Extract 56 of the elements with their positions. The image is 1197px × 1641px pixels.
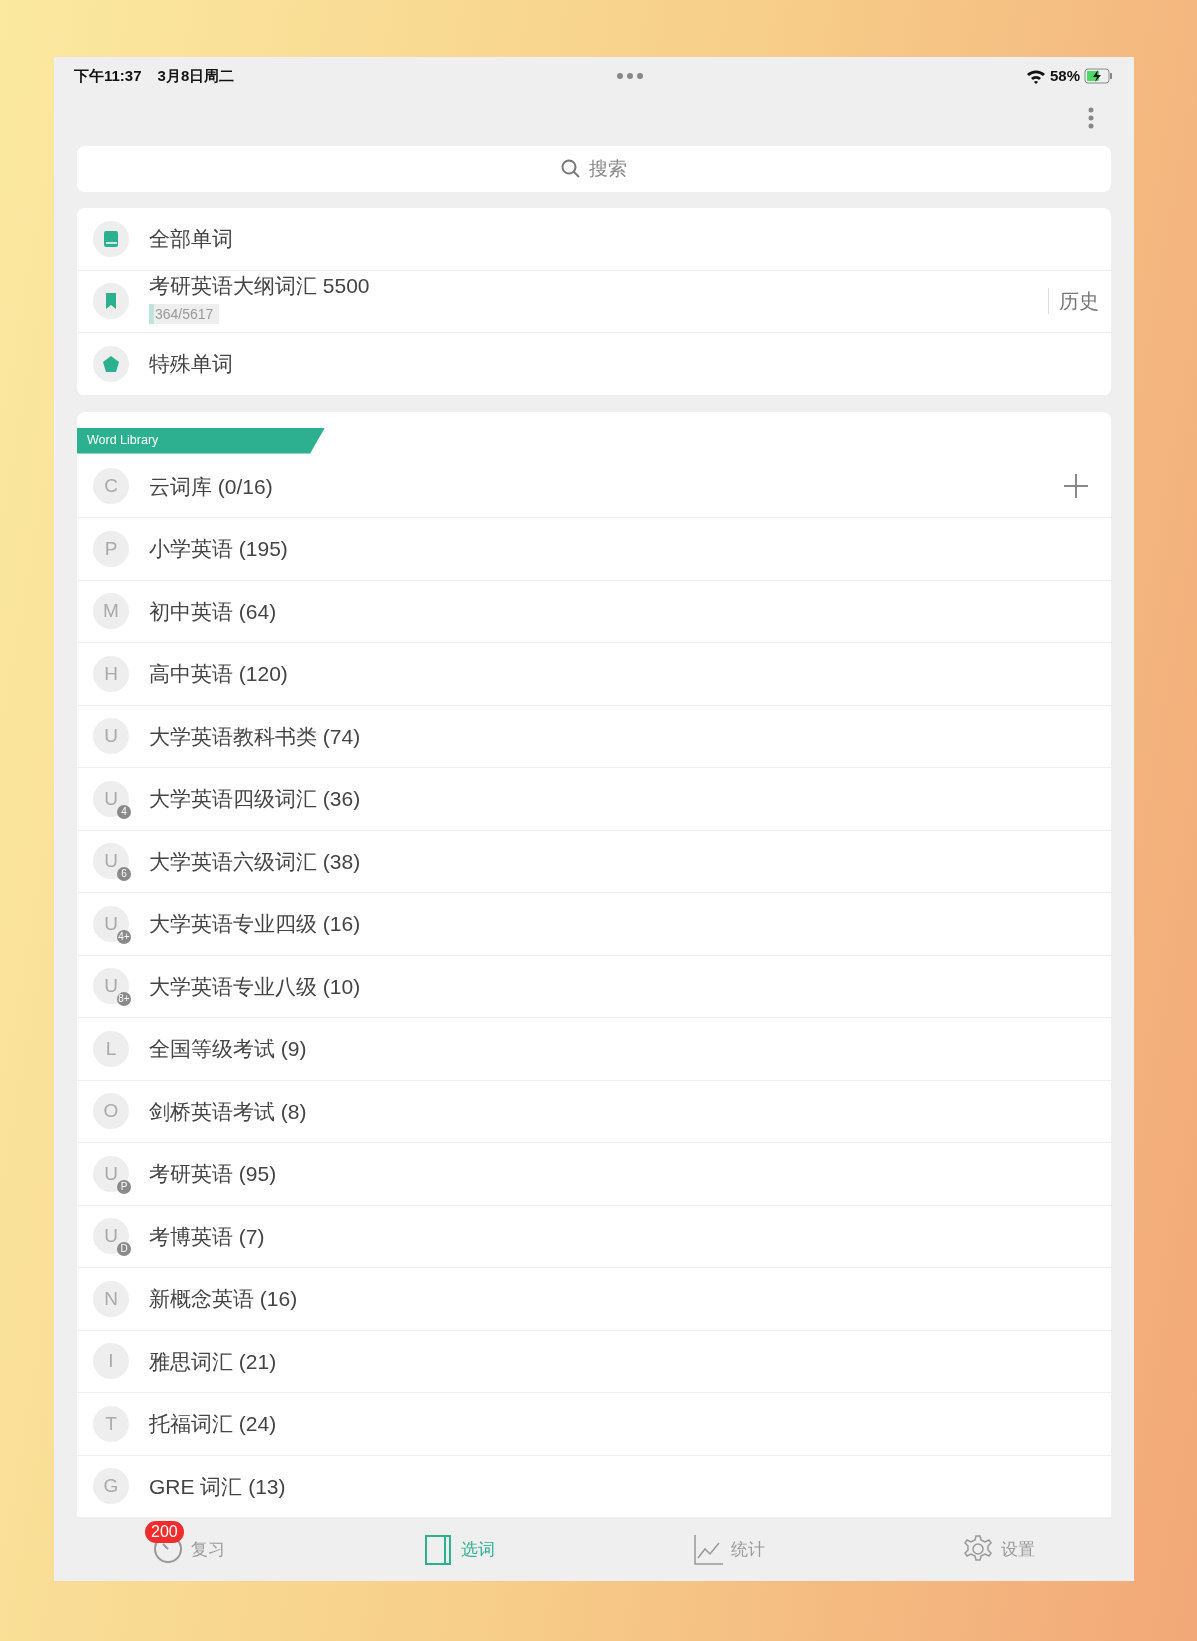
letter-icon: U D <box>93 1218 129 1255</box>
search-icon <box>561 159 581 179</box>
multitask-icon[interactable] <box>617 73 644 79</box>
library-item[interactable]: 考研英语 (95) <box>149 1158 277 1190</box>
more-icon[interactable] <box>1088 106 1094 129</box>
letter-icon: U P <box>93 1155 129 1192</box>
top-list-item[interactable]: 特殊单词 <box>77 333 1111 396</box>
library-item[interactable]: 大学英语六级词汇 (38) <box>149 845 361 877</box>
library-item[interactable]: 初中英语 (64) <box>149 595 277 627</box>
library-item[interactable]: 大学英语专业四级 (16) <box>149 908 361 940</box>
library-item[interactable]: 大学英语专业八级 (10) <box>149 970 361 1002</box>
book-icon <box>423 1533 453 1566</box>
library-item[interactable]: 考博英语 (7) <box>149 1220 265 1252</box>
letter-icon: U 6 <box>93 843 129 880</box>
letter-icon: U 4 <box>93 780 129 817</box>
library-item[interactable]: 云词库 (0/16) <box>149 470 273 502</box>
letter-icon: L <box>93 1030 129 1067</box>
battery-percent: 58% <box>1049 65 1080 86</box>
letter-icon: M <box>93 593 129 630</box>
letter-icon: G <box>93 1468 129 1505</box>
letter-icon: U <box>93 718 129 755</box>
library-item[interactable]: 托福词汇 (24) <box>149 1408 277 1440</box>
tab-button[interactable]: 复习 200 <box>54 1518 324 1581</box>
history-link[interactable]: 历史 <box>1048 288 1111 315</box>
item-label: 考研英语大纲词汇 5500 <box>149 272 370 299</box>
library-item[interactable]: 雅思词汇 (21) <box>149 1345 277 1377</box>
letter-icon: N <box>93 1280 129 1317</box>
top-list-item[interactable]: 全部单词 <box>77 208 1111 271</box>
library-item[interactable]: 大学英语教科书类 (74) <box>149 720 361 752</box>
progress-label: 364/5617 <box>149 304 220 325</box>
book-icon <box>101 228 121 249</box>
library-item[interactable]: 全国等级考试 (9) <box>149 1033 307 1065</box>
library-item[interactable]: 新概念英语 (16) <box>149 1283 298 1315</box>
status-time: 下午11:37 <box>74 65 142 86</box>
status-date: 3月8日周二 <box>157 65 235 86</box>
letter-icon: C <box>93 468 129 505</box>
library-item[interactable]: 高中英语 (120) <box>149 658 288 690</box>
letter-icon: U 4+ <box>93 905 129 942</box>
count-badge: 200 <box>145 1521 184 1543</box>
letter-icon: O <box>93 1093 129 1130</box>
letter-icon: U 8+ <box>93 968 129 1005</box>
library-item[interactable]: GRE 词汇 (13) <box>149 1470 286 1502</box>
library-item[interactable]: 小学英语 (195) <box>149 533 288 565</box>
pentagon-icon <box>101 353 121 374</box>
letter-icon: P <box>93 530 129 567</box>
search-field[interactable]: 搜索 <box>77 146 1111 192</box>
letter-icon: H <box>93 655 129 692</box>
letter-icon: I <box>93 1343 129 1380</box>
letter-icon: T <box>93 1405 129 1442</box>
wifi-icon <box>1025 68 1046 84</box>
word-library-ribbon: Word Library <box>77 427 325 454</box>
library-item[interactable]: 剑桥英语考试 (8) <box>149 1095 307 1127</box>
add-icon[interactable] <box>1063 473 1089 500</box>
chart-icon <box>693 1533 723 1566</box>
battery-icon <box>1084 68 1114 84</box>
library-item[interactable]: 大学英语四级词汇 (36) <box>149 783 361 815</box>
